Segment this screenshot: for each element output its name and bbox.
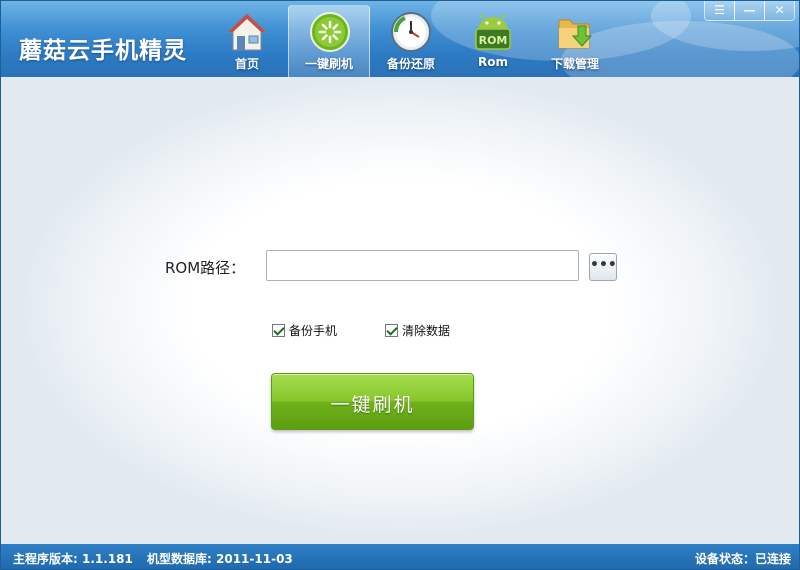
nav-flash-label: 一键刷机 — [304, 57, 353, 71]
nav-download[interactable]: 下载管理 — [534, 1, 616, 77]
rom-path-label: ROM路径： — [165, 259, 246, 277]
flash-panel: ROM路径： ••• 备份手机 清除数据 一键刷机 — [1, 77, 799, 544]
svg-text:ROM: ROM — [479, 34, 508, 47]
device-status-text: 设备状态：已连接 — [694, 552, 791, 566]
rom-path-input[interactable] — [266, 250, 579, 281]
version-text: 主程序版本: 1.1.181 — [13, 552, 133, 566]
nav-backup-label: 备份还原 — [386, 57, 435, 71]
clear-data-checkbox[interactable]: 清除数据 — [385, 322, 450, 339]
app-window: 蘑菇云手机精灵 首页 一键刷机 备份还原 ROM Rom 下载管理 ☰ — ✕ … — [0, 0, 800, 570]
nav-backup[interactable]: 备份还原 — [370, 1, 452, 77]
menu-button[interactable]: ☰ — [704, 1, 735, 21]
nav-home-label: 首页 — [234, 57, 259, 71]
status-bar: 主程序版本: 1.1.181 机型数据库: 2011-11-03 设备状态：已连… — [1, 544, 799, 569]
clear-data-check-icon — [385, 324, 398, 337]
more-icon: ••• — [590, 257, 617, 273]
main-nav: 首页 一键刷机 备份还原 ROM Rom 下载管理 — [206, 1, 616, 77]
clear-data-checkbox-label: 清除数据 — [402, 324, 451, 338]
nav-rom[interactable]: ROM Rom — [452, 1, 534, 77]
flash-icon — [310, 12, 350, 52]
nav-rom-label: Rom — [478, 55, 508, 69]
one-key-flash-button[interactable]: 一键刷机 — [271, 373, 474, 430]
window-controls: ☰ — ✕ — [704, 1, 795, 21]
model-db-text: 机型数据库: 2011-11-03 — [147, 552, 293, 566]
minimize-button[interactable]: — — [734, 1, 765, 21]
nav-flash[interactable]: 一键刷机 — [288, 5, 370, 77]
nav-home[interactable]: 首页 — [206, 1, 288, 77]
backup-checkbox-label: 备份手机 — [289, 324, 338, 338]
header: 蘑菇云手机精灵 首页 一键刷机 备份还原 ROM Rom 下载管理 ☰ — ✕ — [1, 1, 799, 77]
backup-checkbox[interactable]: 备份手机 — [272, 322, 337, 339]
close-button[interactable]: ✕ — [764, 1, 795, 21]
app-title: 蘑菇云手机精灵 — [19, 38, 187, 64]
browse-button[interactable]: ••• — [589, 253, 617, 281]
house-icon — [226, 13, 268, 51]
one-key-flash-label: 一键刷机 — [330, 394, 415, 416]
backup-check-icon — [272, 324, 285, 337]
folder-download-icon — [558, 19, 593, 49]
nav-download-label: 下载管理 — [550, 57, 599, 71]
android-rom-icon: ROM — [475, 13, 511, 50]
clock-icon — [391, 12, 431, 52]
